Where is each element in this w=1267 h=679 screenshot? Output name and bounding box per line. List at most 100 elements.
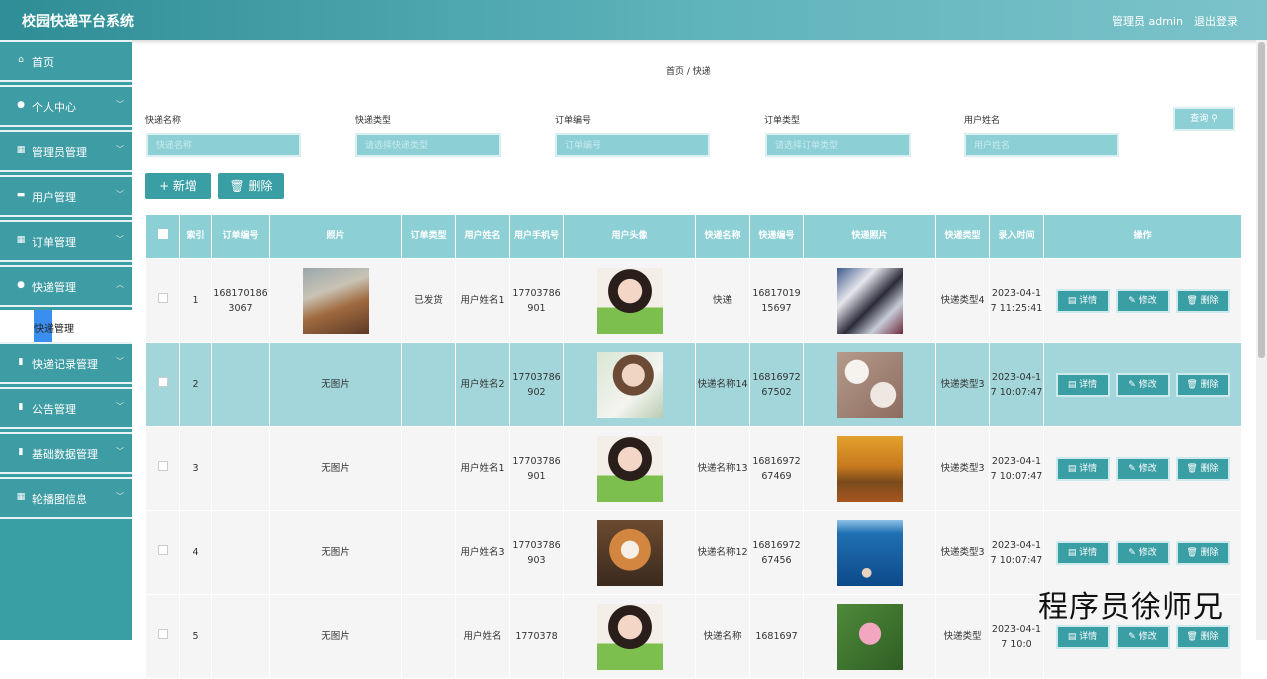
chevron-down-icon: ﹀: [116, 145, 124, 154]
cell-time: 2023-04-17 10:07:47: [989, 426, 1044, 511]
column-header: 操作: [1043, 214, 1242, 259]
edit-button[interactable]: ✎ 修改: [1115, 372, 1170, 397]
row-checkbox[interactable]: [157, 629, 168, 639]
user-avatar-image: [596, 519, 663, 586]
delete-button[interactable]: 🗑 删除: [1175, 624, 1230, 649]
table-row[interactable]: 1 1681701863067 已发货 用户姓名1 17703786901 快递…: [145, 258, 1242, 343]
edit-button[interactable]: ✎ 修改: [1115, 456, 1170, 481]
chevron-down-icon: ﹀: [116, 492, 124, 501]
doc-icon: ▮: [18, 447, 24, 457]
doc-icon: ▮: [18, 402, 24, 412]
detail-button[interactable]: ▤ 详情: [1055, 540, 1110, 565]
cell-express-name: 快递名称: [695, 594, 750, 679]
order-no-input[interactable]: [555, 133, 710, 157]
query-button[interactable]: 查询 ⚲: [1173, 107, 1235, 131]
menu-item-home[interactable]: ⌂ 首页: [0, 40, 132, 82]
select-all-checkbox[interactable]: [157, 229, 168, 239]
filter-label-user-name: 用户姓名: [964, 116, 1001, 126]
delete-button[interactable]: 🗑 删除: [1175, 540, 1230, 565]
cell-phone: 1770378: [509, 594, 564, 679]
cell-index: 1: [179, 258, 212, 343]
express-type-select[interactable]: [355, 133, 501, 157]
column-header: 用户姓名: [455, 214, 510, 259]
menu-item-order-management[interactable]: ▦ 订单管理 ﹀: [0, 220, 132, 262]
home-icon: ⌂: [18, 55, 24, 65]
cell-express-no: 1681697267456: [749, 510, 804, 595]
batch-delete-button[interactable]: 🗑 删除: [218, 173, 284, 199]
column-header: 快递名称: [695, 214, 750, 259]
add-button[interactable]: + 新增: [145, 173, 211, 199]
filter-label-express-name: 快递名称: [145, 116, 182, 126]
menu-item-carousel[interactable]: ▦ 轮播图信息 ﹀: [0, 477, 132, 519]
detail-button[interactable]: ▤ 详情: [1055, 456, 1110, 481]
column-header: 录入时间: [989, 214, 1044, 259]
row-checkbox[interactable]: [157, 293, 168, 303]
edit-button[interactable]: ✎ 修改: [1115, 624, 1170, 649]
menu-item-announcements[interactable]: ▮ 公告管理 ﹀: [0, 387, 132, 429]
cell-order-type: [401, 510, 456, 595]
table-row[interactable]: 3 无图片 用户姓名1 17703786901 快递名称13 168169726…: [145, 426, 1242, 511]
chevron-up-icon: ︿: [116, 280, 124, 289]
cell-express-type: 快递类型: [935, 594, 990, 679]
user-name-input[interactable]: [964, 133, 1119, 157]
delete-button[interactable]: 🗑 删除: [1175, 456, 1230, 481]
sidebar: ⌂ 首页 ● 个人中心 ﹀ ▦ 管理员管理 ﹀ ▬ 用户管理 ﹀ ▦ 订单管理 ﹀ ● 快递管理 ︿ …: [0, 40, 132, 640]
menu-item-base-data[interactable]: ▮ 基础数据管理 ﹀: [0, 432, 132, 474]
cell-user-name: 用户姓名: [455, 594, 510, 679]
column-header: 快递照片: [803, 214, 936, 259]
column-header: 索引: [179, 214, 212, 259]
cell-express-name: 快递名称13: [695, 426, 750, 511]
detail-button[interactable]: ▤ 详情: [1055, 624, 1110, 649]
menu-item-express-management[interactable]: ● 快递管理 ︿: [0, 265, 132, 307]
delete-button[interactable]: 🗑 删除: [1175, 288, 1230, 313]
column-header: 订单类型: [401, 214, 456, 259]
submenu-item-express[interactable]: 快递管理: [0, 310, 132, 342]
cell-time: 2023-04-17 11:25:41: [989, 258, 1044, 343]
user-avatar-image: [596, 435, 663, 502]
user-avatar-image: [596, 603, 663, 670]
user-avatar-image: [596, 267, 663, 334]
order-photo-image: [302, 267, 369, 334]
detail-button[interactable]: ▤ 详情: [1055, 372, 1110, 397]
order-type-select[interactable]: [765, 133, 911, 157]
cell-index: 5: [179, 594, 212, 679]
admin-user-label[interactable]: 管理员 admin: [1112, 13, 1183, 29]
delete-button[interactable]: 🗑 删除: [1175, 372, 1230, 397]
menu-item-express-records[interactable]: ▮ 快递记录管理 ﹀: [0, 342, 132, 384]
scrollbar-thumb[interactable]: [1258, 42, 1265, 358]
column-header: 照片: [269, 214, 402, 259]
express-photo-image: [836, 351, 903, 418]
cell-user-name: 用户姓名2: [455, 342, 510, 427]
edit-button[interactable]: ✎ 修改: [1115, 540, 1170, 565]
cell-phone: 17703786902: [509, 342, 564, 427]
cell-express-type: 快递类型4: [935, 258, 990, 343]
cell-user-name: 用户姓名1: [455, 426, 510, 511]
express-name-input[interactable]: [146, 133, 301, 157]
doc-icon: ▮: [18, 357, 24, 367]
cell-order-type: 已发货: [401, 258, 456, 343]
menu-item-admin-management[interactable]: ▦ 管理员管理 ﹀: [0, 130, 132, 172]
row-checkbox[interactable]: [157, 377, 168, 387]
menu-item-user-management[interactable]: ▬ 用户管理 ﹀: [0, 175, 132, 217]
express-photo-image: [836, 603, 903, 670]
cell-express-type: 快递类型3: [935, 426, 990, 511]
top-header: 校园快递平台系统 管理员 admin 退出登录: [0, 0, 1267, 40]
row-checkbox[interactable]: [157, 545, 168, 555]
filter-label-order-type: 订单类型: [764, 116, 801, 126]
table-row[interactable]: 2 无图片 用户姓名2 17703786902 快递名称14 168169726…: [145, 342, 1242, 427]
breadcrumb: 首页 / 快递: [666, 67, 711, 77]
edit-button[interactable]: ✎ 修改: [1115, 288, 1170, 313]
cell-time: 2023-04-17 10:07:47: [989, 510, 1044, 595]
logout-link[interactable]: 退出登录: [1194, 13, 1238, 29]
select-all-header[interactable]: [145, 214, 180, 259]
cell-phone: 17703786903: [509, 510, 564, 595]
cell-express-type: 快递类型3: [935, 342, 990, 427]
vertical-scrollbar[interactable]: [1256, 40, 1267, 640]
menu-item-personal-center[interactable]: ● 个人中心 ﹀: [0, 85, 132, 127]
location-icon: ●: [17, 280, 25, 290]
cell-photo: 无图片: [269, 594, 402, 679]
table-header-row: 索引 订单编号 照片 订单类型 用户姓名 用户手机号 用户头像 快递名称 快递编…: [145, 214, 1242, 259]
detail-button[interactable]: ▤ 详情: [1055, 288, 1110, 313]
row-checkbox[interactable]: [157, 461, 168, 471]
cell-order-type: [401, 342, 456, 427]
